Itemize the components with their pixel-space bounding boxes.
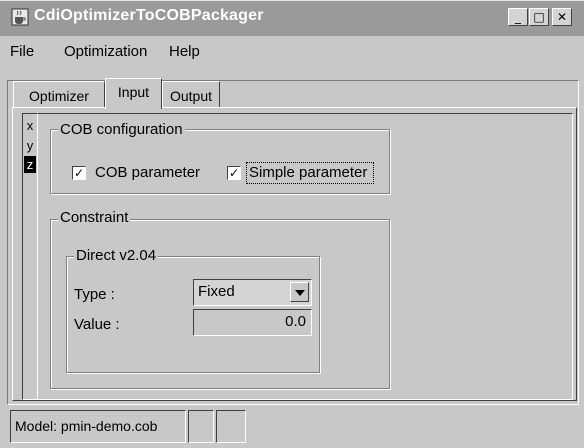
axis-tab-strip: x y z xyxy=(22,113,38,400)
title-bar[interactable]: CdiOptimizerToCOBPackager _ □ ✕ xyxy=(0,0,584,36)
window-title: CdiOptimizerToCOBPackager xyxy=(34,7,264,24)
menu-file[interactable]: File xyxy=(10,43,34,60)
maximize-icon: □ xyxy=(533,10,545,24)
close-icon: ✕ xyxy=(556,10,568,24)
cob-configuration-title: COB configuration xyxy=(58,121,185,138)
cob-parameter-label[interactable]: COB parameter xyxy=(95,164,200,181)
axis-tab-x[interactable]: x xyxy=(24,117,36,134)
type-select-value: Fixed xyxy=(198,283,235,300)
minimize-button[interactable]: _ xyxy=(508,8,528,26)
direct-title: Direct v2.04 xyxy=(74,247,159,264)
app-window: CdiOptimizerToCOBPackager _ □ ✕ File Opt… xyxy=(0,0,584,448)
status-bar: Model: pmin-demo.cob xyxy=(0,407,584,448)
value-label: Value : xyxy=(74,316,120,333)
maximize-button[interactable]: □ xyxy=(529,8,549,26)
checkmark-icon: ✓ xyxy=(73,166,85,180)
status-cell-2 xyxy=(188,410,214,443)
simple-parameter-label[interactable]: Simple parameter xyxy=(249,164,367,181)
tab-optimizer-label: Optimizer xyxy=(29,88,89,104)
constraint-title: Constraint xyxy=(58,209,131,226)
value-field[interactable]: 0.0 xyxy=(193,309,312,336)
type-select[interactable]: Fixed xyxy=(193,279,312,306)
axis-tab-y[interactable]: y xyxy=(24,137,36,154)
tab-output[interactable]: Output xyxy=(162,81,220,108)
chevron-down-icon xyxy=(295,290,305,296)
tab-optimizer[interactable]: Optimizer xyxy=(13,81,105,108)
tab-input[interactable]: Input xyxy=(105,78,162,109)
minimize-icon: _ xyxy=(515,10,521,24)
type-select-dropdown-button[interactable] xyxy=(290,282,309,302)
java-cup-icon xyxy=(11,8,29,26)
close-button[interactable]: ✕ xyxy=(552,8,572,26)
type-label: Type : xyxy=(74,286,115,303)
simple-parameter-checkbox[interactable]: ✓ xyxy=(227,166,241,180)
tab-output-label: Output xyxy=(169,88,213,104)
axis-tab-z[interactable]: z xyxy=(24,156,36,173)
checkmark-icon: ✓ xyxy=(228,166,240,180)
cob-parameter-checkbox[interactable]: ✓ xyxy=(72,166,86,180)
status-model: Model: pmin-demo.cob xyxy=(10,410,186,443)
menu-optimization[interactable]: Optimization xyxy=(64,43,147,60)
status-cell-3 xyxy=(216,410,246,443)
menu-bar: File Optimization Help xyxy=(0,36,584,66)
menu-help[interactable]: Help xyxy=(169,43,200,60)
tab-input-label: Input xyxy=(117,84,150,100)
